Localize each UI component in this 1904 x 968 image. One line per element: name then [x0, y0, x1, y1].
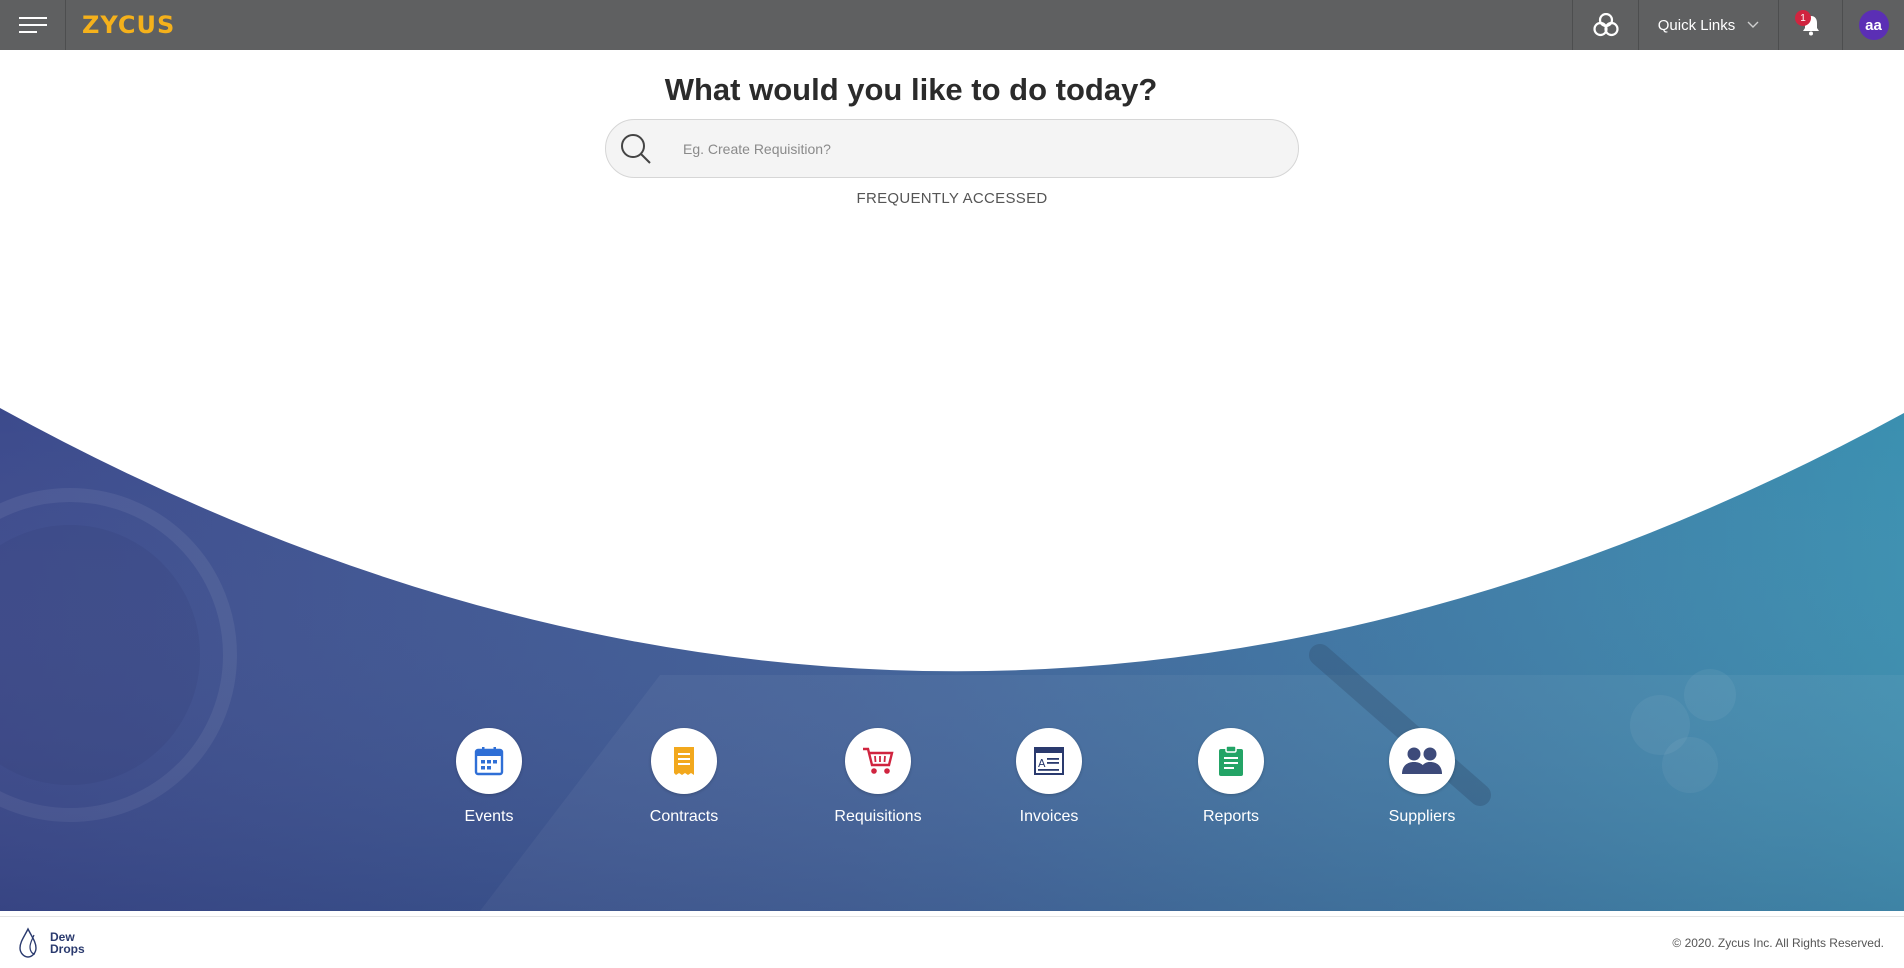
tile-contracts-circle	[651, 728, 717, 794]
contract-icon	[674, 747, 694, 775]
tile-contracts-label: Contracts	[649, 808, 719, 825]
tile-events[interactable]: Events	[419, 728, 559, 826]
tile-invoices-circle: A	[1016, 728, 1082, 794]
tile-reports-label: Reports	[1202, 808, 1260, 825]
page-title: What would you like to do today?	[664, 72, 1158, 107]
banner-background	[0, 405, 1904, 911]
tile-suppliers-label: Suppliers	[1388, 808, 1456, 825]
dew-drops-logo: Dew Drops	[18, 927, 85, 959]
quick-links-dropdown[interactable]: Quick Links	[1638, 0, 1778, 50]
tile-requisitions[interactable]: Requisitions	[808, 728, 948, 826]
quick-links-label: Quick Links	[1657, 16, 1736, 34]
footer-brand-line2: Drops	[50, 942, 85, 956]
report-icon	[1219, 745, 1243, 776]
hamburger-menu-button[interactable]	[0, 0, 66, 50]
cart-icon	[863, 747, 894, 774]
calendar-icon	[474, 747, 504, 776]
zycus-logo[interactable]: ZYCUS	[66, 0, 175, 50]
tile-reports[interactable]: Reports	[1161, 728, 1301, 826]
frequently-accessed-tiles: Events Contracts Requisitions A Invoices…	[0, 728, 1904, 828]
notifications-button[interactable]: 1	[1778, 0, 1842, 50]
tile-contracts[interactable]: Contracts	[614, 728, 754, 826]
tile-invoices[interactable]: A Invoices	[979, 728, 1119, 826]
avatar: aa	[1858, 10, 1889, 40]
tile-requisitions-label: Requisitions	[834, 808, 922, 825]
tile-suppliers[interactable]: Suppliers	[1352, 728, 1492, 826]
tile-reports-circle	[1198, 728, 1264, 794]
tile-suppliers-circle	[1389, 728, 1455, 794]
droplet-icon	[19, 927, 37, 958]
tile-requisitions-circle	[845, 728, 911, 794]
chevron-down-icon	[1747, 21, 1759, 28]
apps-switcher-button[interactable]	[1572, 0, 1638, 50]
svg-text:A: A	[1038, 757, 1046, 770]
top-navigation-bar: ZYCUS Quick Links 1 aa	[0, 0, 1904, 50]
invoice-icon: A	[1034, 747, 1064, 775]
search-box[interactable]	[605, 119, 1299, 178]
apps-icon	[1592, 13, 1619, 37]
footer: Dew Drops © 2020. Zycus Inc. All Rights …	[0, 916, 1904, 968]
menu-icon	[18, 17, 47, 33]
tile-invoices-label: Invoices	[1019, 808, 1079, 825]
copyright-text: © 2020. Zycus Inc. All Rights Reserved.	[1672, 936, 1884, 950]
tile-events-label: Events	[464, 808, 514, 825]
tile-events-circle	[456, 728, 522, 794]
users-icon	[1402, 747, 1442, 774]
search-input[interactable]	[681, 139, 1241, 158]
notification-count-badge: 1	[1795, 10, 1811, 26]
frequently-accessed-heading: FREQUENTLY ACCESSED	[856, 190, 1048, 207]
user-menu-button[interactable]: aa	[1842, 0, 1904, 50]
search-icon	[616, 129, 656, 169]
